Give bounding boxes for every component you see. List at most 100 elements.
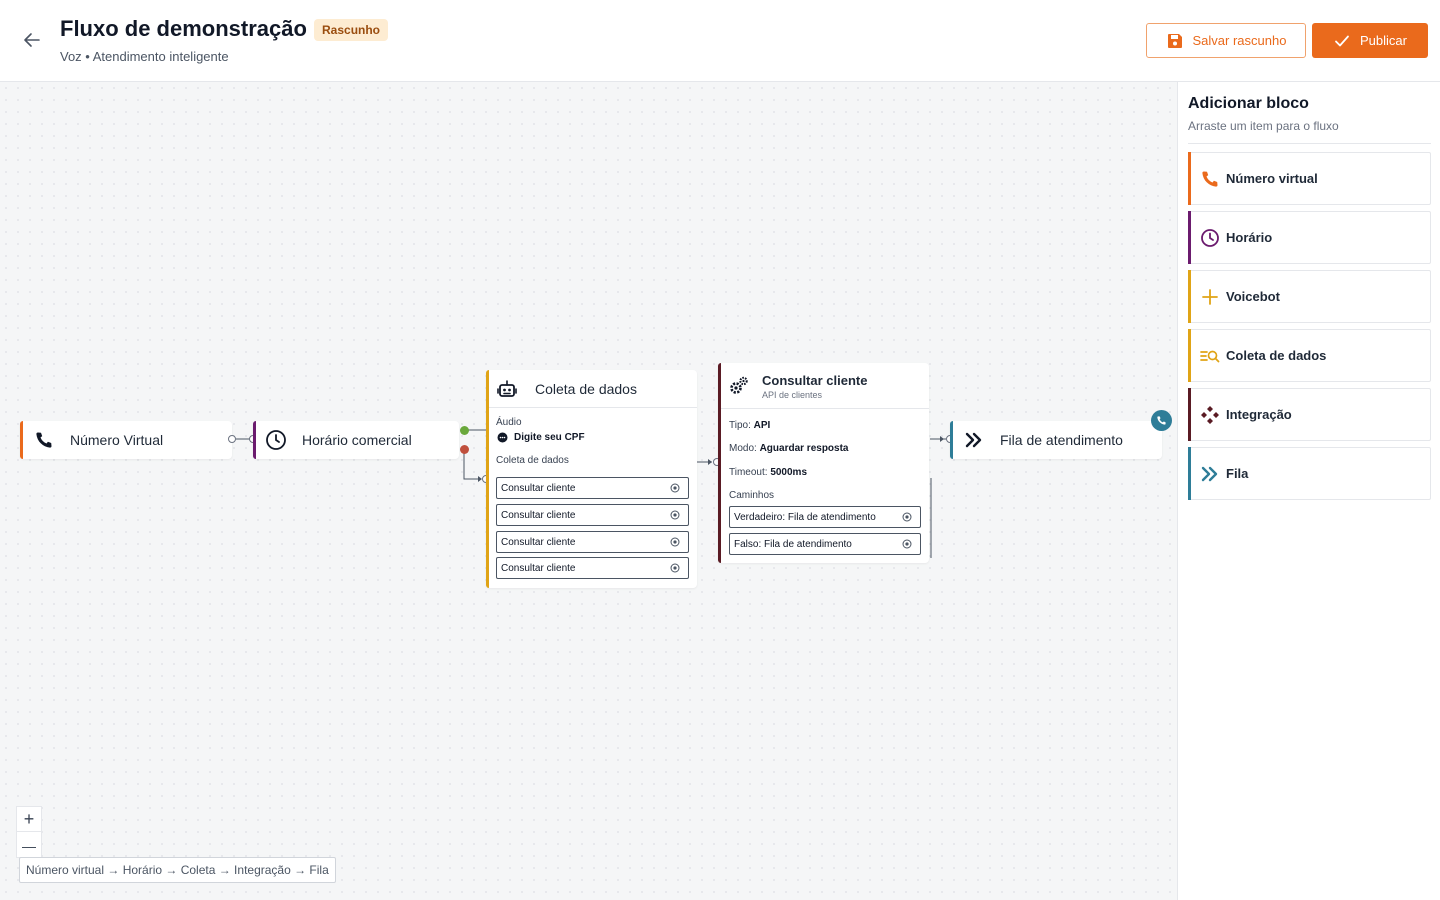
node-integration[interactable]: Consultar cliente API de clientes Tipo: … [718, 363, 929, 563]
target-icon [670, 510, 680, 520]
block-palette: Adicionar bloco Arraste um item para o f… [1177, 82, 1440, 900]
palette-accent-bar [1188, 388, 1191, 441]
flow-path-summary: Número virtual → Horário → Coleta → Inte… [19, 857, 336, 883]
collect-row[interactable]: Consultar cliente [496, 504, 689, 526]
prompt-text: Digite seu CPF [514, 432, 585, 443]
node-label: Fila de atendimento [1000, 432, 1123, 448]
node-accent-bar [253, 421, 256, 459]
palette-item-schedule[interactable]: Horário [1188, 211, 1431, 264]
palette-item-data-collect[interactable]: Coleta de dados [1188, 329, 1431, 382]
row-label: Consultar cliente [501, 536, 576, 548]
mode-row: Modo: Aguardar resposta [729, 443, 849, 454]
timeout-row: Timeout: 5000ms [729, 467, 807, 478]
node-label: Horário comercial [302, 432, 412, 448]
type-label: Tipo: [729, 420, 751, 431]
page-subtitle: Voz • Atendimento inteligente [60, 49, 229, 64]
palette-accent-bar [1188, 211, 1191, 264]
type-row: Tipo: API [729, 420, 770, 431]
integration-icon [1201, 406, 1219, 424]
target-icon [902, 512, 912, 522]
zoom-controls: + — [16, 806, 42, 858]
collect-section-label: Coleta de dados [496, 455, 569, 466]
mode-label: Modo: [729, 443, 757, 454]
output-port[interactable] [228, 435, 236, 443]
back-button[interactable] [20, 28, 44, 52]
failure-port[interactable] [460, 445, 469, 454]
palette-item-virtual-number[interactable]: Número virtual [1188, 152, 1431, 205]
node-title: Consultar cliente [762, 373, 868, 388]
clock-icon [266, 430, 286, 450]
collect-row[interactable]: Consultar cliente [496, 531, 689, 553]
call-indicator[interactable] [1151, 410, 1172, 431]
row-label: Consultar cliente [501, 482, 576, 494]
timeout-value: 5000ms [770, 467, 808, 478]
list-search-icon [1200, 350, 1220, 363]
zoom-out-button[interactable]: — [17, 833, 41, 858]
palette-item-label: Coleta de dados [1226, 348, 1327, 363]
palette-item-label: Número virtual [1226, 171, 1318, 186]
success-port[interactable] [460, 426, 469, 435]
palette-accent-bar [1188, 447, 1191, 500]
collect-row[interactable]: Consultar cliente [496, 557, 689, 579]
node-data-collect[interactable]: Coleta de dados Áudio Digite seu CPF Col… [486, 370, 697, 588]
node-virtual-number[interactable]: Número Virtual [20, 421, 232, 459]
mode-value: Aguardar resposta [759, 443, 849, 454]
palette-item-label: Integração [1226, 407, 1292, 422]
node-business-hours[interactable]: Horário comercial [253, 421, 459, 459]
phone-icon [1202, 171, 1218, 187]
node-label: Número Virtual [70, 432, 164, 448]
palette-accent-bar [1188, 152, 1191, 205]
palette-accent-bar [1188, 329, 1191, 382]
palette-subtitle: Arraste um item para o fluxo [1188, 119, 1339, 133]
palette-accent-bar [1188, 270, 1191, 323]
palette-item-queue[interactable]: Fila [1188, 447, 1431, 500]
top-header: Fluxo de demonstração Rascunho Voz • Ate… [0, 0, 1440, 82]
node-accent-bar [486, 370, 489, 588]
publish-button[interactable]: Publicar [1312, 23, 1428, 58]
arrow-left-icon [24, 33, 40, 47]
palette-title: Adicionar bloco [1188, 95, 1309, 112]
row-label: Verdadeiro: Fila de atendimento [734, 511, 876, 523]
chat-icon [497, 432, 508, 443]
palette-item-voicebot[interactable]: Voicebot [1188, 270, 1431, 323]
type-value: API [753, 420, 771, 431]
audio-label: Áudio [496, 417, 522, 428]
status-badge: Rascunho [314, 19, 389, 41]
flow-canvas[interactable]: Número Virtual Horário comercial Coleta … [0, 82, 1177, 900]
palette-item-label: Voicebot [1226, 289, 1280, 304]
row-label: Consultar cliente [501, 509, 576, 521]
save-draft-label: Salvar rascunho [1192, 33, 1287, 48]
node-queue[interactable]: Fila de atendimento [950, 421, 1162, 459]
check-icon [1335, 35, 1349, 46]
robot-icon [497, 379, 517, 397]
plus-icon [1202, 289, 1218, 305]
collect-row[interactable]: Consultar cliente [496, 477, 689, 499]
zoom-in-button[interactable]: + [17, 807, 41, 832]
node-accent-bar [950, 421, 953, 459]
publish-label: Publicar [1360, 33, 1407, 48]
palette-item-label: Fila [1226, 466, 1249, 481]
node-header: Coleta de dados [486, 370, 697, 408]
gears-icon [730, 376, 748, 394]
path-row[interactable]: Verdadeiro: Fila de atendimento [729, 506, 921, 528]
phone-icon [1157, 416, 1166, 425]
node-accent-bar [20, 421, 23, 459]
row-label: Falso: Fila de atendimento [734, 538, 852, 550]
timeout-label: Timeout: [729, 467, 768, 478]
clock-icon [1201, 229, 1219, 247]
divider [1188, 143, 1431, 144]
node-accent-bar [718, 363, 721, 563]
save-icon [1167, 33, 1182, 48]
target-icon [902, 539, 912, 549]
save-draft-button[interactable]: Salvar rascunho [1146, 23, 1306, 58]
chevrons-right-icon [1201, 466, 1218, 482]
row-label: Consultar cliente [501, 562, 576, 574]
edge-hours-to-collect [463, 453, 478, 480]
target-icon [670, 563, 680, 573]
palette-item-integration[interactable]: Integração [1188, 388, 1431, 441]
phone-icon [36, 432, 52, 448]
node-subtitle: API de clientes [762, 390, 823, 400]
node-title: Coleta de dados [535, 380, 637, 397]
path-row[interactable]: Falso: Fila de atendimento [729, 533, 921, 555]
palette-item-label: Horário [1226, 230, 1273, 245]
